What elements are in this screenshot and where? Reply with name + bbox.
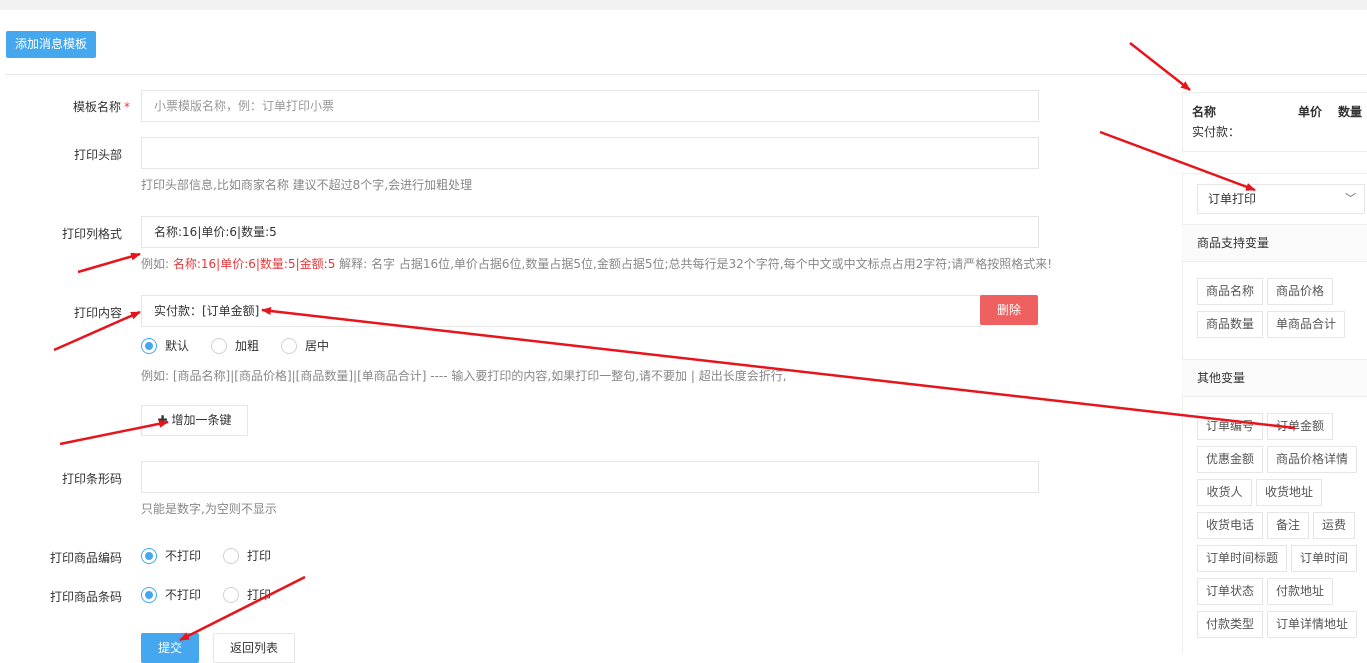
- goods-vars-title: 商品支持变量: [1182, 224, 1367, 262]
- product-code-print[interactable]: 打印: [223, 547, 271, 564]
- var-tag[interactable]: 商品数量: [1197, 311, 1263, 338]
- product-barcode-radios: 不打印 打印: [141, 586, 293, 603]
- back-to-list-button[interactable]: 返回列表: [213, 633, 295, 663]
- preview-pay-line: 实付款：: [1192, 125, 1241, 139]
- product-code-label: 打印商品编码: [49, 551, 122, 565]
- var-tag[interactable]: 订单时间: [1291, 545, 1357, 572]
- var-tag[interactable]: 收货电话: [1197, 512, 1263, 539]
- column-format-label: 打印列格式: [61, 227, 122, 241]
- var-tag[interactable]: 收货地址: [1256, 479, 1322, 506]
- product-barcode-no-print[interactable]: 不打印: [141, 586, 201, 603]
- template-name-input[interactable]: 小票模版名称，例：订单打印小票: [141, 90, 1039, 122]
- preview-col-qty: 数量: [1338, 105, 1363, 119]
- barcode-hint: 只能是数字,为空则不显示: [141, 502, 277, 516]
- delete-button[interactable]: 删除: [980, 295, 1038, 325]
- var-tag[interactable]: 付款地址: [1267, 578, 1333, 605]
- var-tag[interactable]: 订单状态: [1197, 578, 1263, 605]
- var-tag[interactable]: 商品名称: [1197, 278, 1263, 305]
- radio-bold[interactable]: 加粗: [211, 337, 259, 354]
- top-bar: [0, 0, 1367, 10]
- divider: [6, 74, 1367, 75]
- add-template-button[interactable]: 添加消息模板: [6, 31, 96, 58]
- print-content-hint: 例如: [商品名称]|[商品价格]|[商品数量]|[单商品合计] ---- 输入…: [141, 369, 787, 383]
- print-header-input[interactable]: [141, 137, 1039, 169]
- barcode-label: 打印条形码: [61, 472, 122, 486]
- var-tag[interactable]: 订单时间标题: [1197, 545, 1287, 572]
- print-content-input[interactable]: 实付款：[订单金额]: [141, 295, 981, 327]
- var-tag[interactable]: 订单详情地址: [1267, 611, 1357, 638]
- other-vars-title: 其他变量: [1182, 359, 1367, 397]
- radio-dot: [141, 586, 157, 603]
- print-content-style-radios: 默认 加粗 居中: [141, 337, 351, 354]
- radio-center[interactable]: 居中: [281, 337, 329, 354]
- radio-dot: [281, 337, 298, 354]
- radio-dot: [141, 337, 157, 354]
- print-header-hint: 打印头部信息,比如商家名称 建议不超过8个字,会进行加粗处理: [141, 178, 473, 192]
- preview-col-price: 单价: [1298, 105, 1323, 119]
- var-tag[interactable]: 单商品合计: [1267, 311, 1345, 338]
- receipt-preview: 名称 单价 数量 实付款：: [1182, 92, 1367, 152]
- chevron-down-icon: ﹀: [1345, 192, 1356, 205]
- column-format-hint: 例如: 名称:16|单价:6|数量:5|金额:5 解释: 名字 占据16位,单价…: [141, 257, 1053, 271]
- radio-dot: [141, 547, 157, 564]
- product-barcode-print[interactable]: 打印: [223, 586, 271, 603]
- submit-button[interactable]: 提交: [141, 633, 199, 663]
- arrow: [77, 252, 141, 274]
- var-tag[interactable]: 收货人: [1197, 479, 1252, 506]
- radio-dot: [223, 586, 240, 603]
- template-type-select[interactable]: 订单打印 ﹀: [1197, 184, 1365, 214]
- product-code-no-print[interactable]: 不打印: [141, 547, 201, 564]
- var-tag[interactable]: 订单编号: [1197, 413, 1263, 440]
- arrow: [1129, 42, 1191, 91]
- print-header-label: 打印头部: [73, 148, 122, 162]
- var-tag[interactable]: 订单金额: [1267, 413, 1333, 440]
- plus-icon: ✚: [157, 413, 168, 427]
- var-tag[interactable]: 商品价格详情: [1267, 446, 1357, 473]
- radio-dot: [211, 337, 228, 354]
- product-code-radios: 不打印 打印: [141, 547, 293, 564]
- barcode-input[interactable]: [141, 461, 1039, 493]
- var-tag[interactable]: 优惠金额: [1197, 446, 1263, 473]
- product-barcode-label: 打印商品条码: [49, 590, 122, 604]
- var-tag[interactable]: 商品价格: [1267, 278, 1333, 305]
- var-tag[interactable]: 备注: [1267, 512, 1309, 539]
- template-name-label: 模板名称 *: [72, 100, 130, 114]
- radio-dot: [223, 547, 240, 564]
- var-tag[interactable]: 运费: [1313, 512, 1355, 539]
- radio-default[interactable]: 默认: [141, 337, 189, 354]
- column-format-input[interactable]: 名称:16|单价:6|数量:5: [141, 216, 1039, 248]
- preview-col-name: 名称: [1192, 105, 1217, 119]
- print-content-label: 打印内容: [73, 306, 122, 320]
- add-key-button[interactable]: ✚ 增加一条键: [141, 405, 248, 436]
- var-tag[interactable]: 付款类型: [1197, 611, 1263, 638]
